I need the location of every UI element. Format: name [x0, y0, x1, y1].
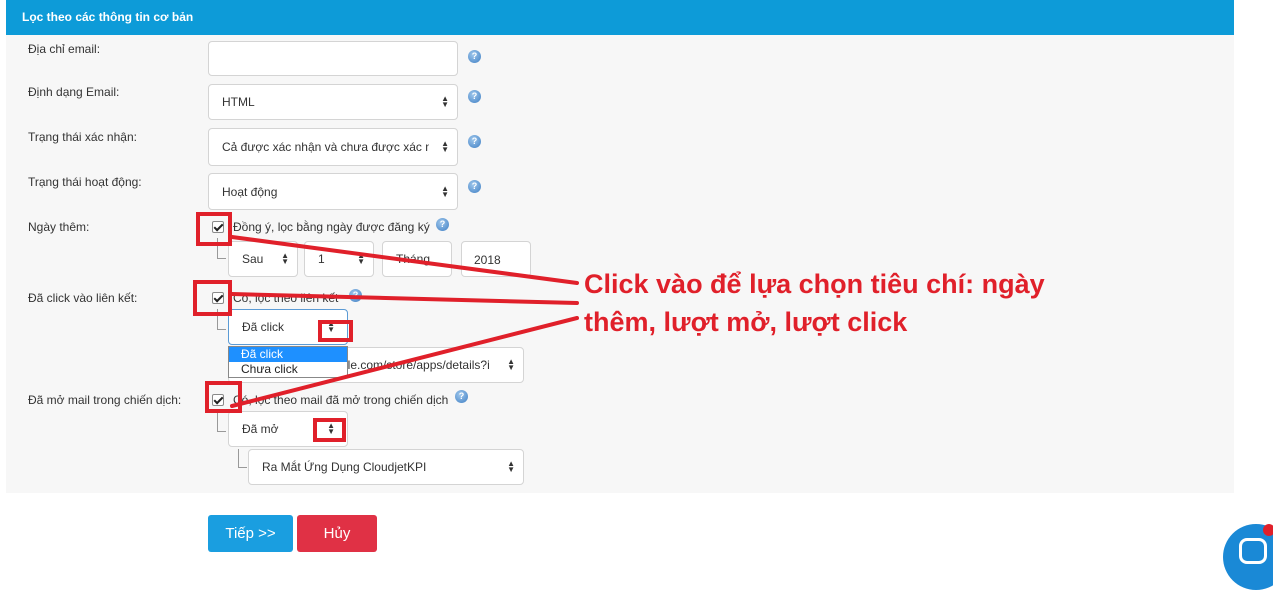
highlight-box: [193, 280, 232, 316]
annotation-arrow: [230, 292, 579, 305]
highlight-box: [313, 418, 346, 442]
notification-dot: [1263, 524, 1273, 536]
highlight-box: [318, 320, 353, 342]
cancel-button[interactable]: Hủy: [297, 515, 377, 552]
next-button[interactable]: Tiếp >>: [208, 515, 293, 552]
annotation-arrow: [230, 235, 579, 285]
highlight-box: [196, 212, 232, 246]
highlight-box: [205, 381, 242, 413]
annotation-arrow: [230, 316, 579, 408]
annotation-line-2: thêm, lượt mở, lượt click: [584, 307, 908, 337]
annotation-line-1: Click vào để lựa chọn tiêu chí: ngày: [584, 269, 1045, 299]
